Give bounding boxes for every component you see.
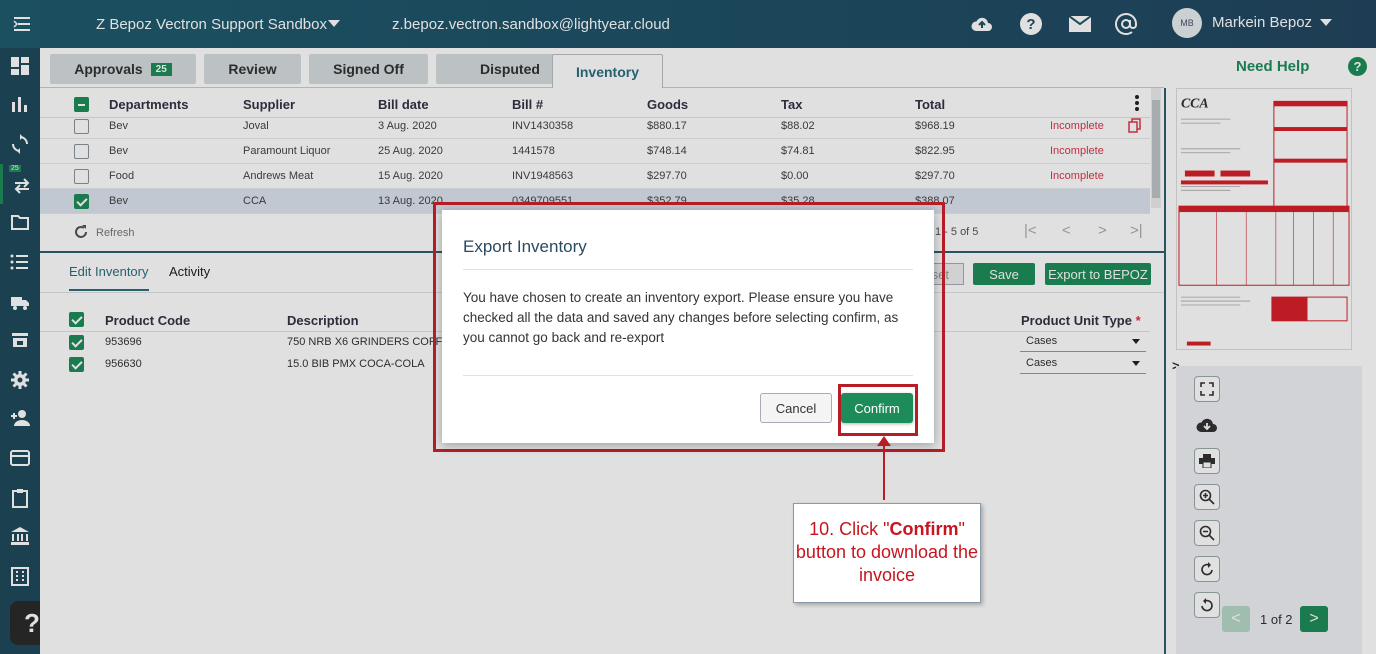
instruction-callout: 10. Click "Confirm" button to download t…	[793, 503, 981, 603]
dialog-title: Export Inventory	[463, 237, 587, 256]
annotation-arrow-line	[883, 438, 885, 500]
dialog-message: You have chosen to create an inventory e…	[463, 290, 899, 345]
dialog-divider	[463, 269, 913, 270]
annotation-highlight-confirm	[838, 384, 918, 436]
annotation-arrow-head	[877, 436, 891, 446]
cancel-button[interactable]: Cancel	[760, 393, 832, 423]
dialog-divider	[463, 375, 913, 376]
